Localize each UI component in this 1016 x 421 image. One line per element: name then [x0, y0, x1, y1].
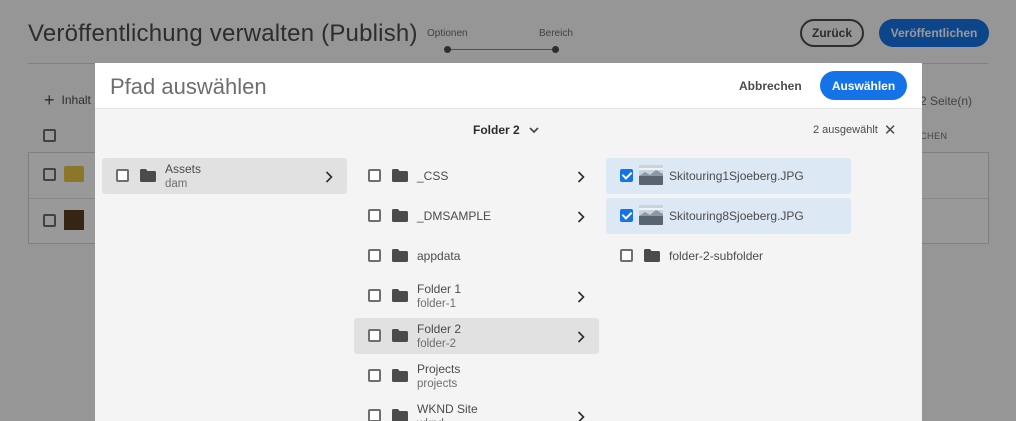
item-title: _DMSAMPLE — [417, 209, 492, 223]
item-checkbox[interactable] — [368, 409, 381, 421]
item-checkbox[interactable] — [368, 289, 381, 302]
dialog-title: Pfad auswählen — [110, 74, 267, 99]
item-text: Assets dam — [165, 162, 201, 192]
dialog-header: Pfad auswählen Abbrechen Auswählen — [95, 63, 922, 109]
item-text: _DMSAMPLE — [417, 209, 491, 223]
column-item[interactable]: appdata — [354, 238, 599, 274]
chevron-right-icon[interactable] — [577, 170, 585, 183]
item-title: _CSS — [417, 169, 449, 183]
item-title: Folder 1 — [417, 282, 462, 296]
item-checkbox[interactable] — [368, 369, 381, 382]
column-folder-2: Skitouring1Sjoeberg.JPG Skitouring8Sjoebe… — [606, 158, 851, 278]
folder-icon — [392, 209, 408, 222]
item-text: Folder 1 folder-1 — [417, 282, 461, 312]
chevron-right-icon[interactable] — [577, 210, 585, 223]
column-root: Assets dam — [102, 158, 347, 198]
path-picker-dialog: Pfad auswählen Abbrechen Auswählen Folde… — [95, 63, 922, 421]
item-checkbox[interactable] — [620, 209, 633, 222]
current-folder-label: Folder 2 — [473, 123, 520, 137]
column-assets: _CSS _DMSAMPLE appdata Folder 1 folder-1 Fold… — [354, 158, 599, 421]
folder-breadcrumb[interactable]: Folder 2 — [473, 123, 540, 137]
select-button[interactable]: Auswählen — [820, 71, 907, 100]
folder-icon — [392, 409, 408, 421]
folder-icon — [392, 169, 408, 182]
item-text: appdata — [417, 249, 460, 263]
column-item[interactable]: Projects projects — [354, 358, 599, 394]
item-text: Folder 2 folder-2 — [417, 322, 461, 352]
item-subtitle: folder-2 — [417, 338, 456, 350]
folder-icon — [392, 249, 408, 262]
selection-count-label: 2 ausgewählt — [813, 124, 878, 136]
column-item[interactable]: Assets dam — [102, 158, 347, 194]
chevron-right-icon[interactable] — [577, 290, 585, 303]
chevron-down-icon — [529, 127, 539, 134]
item-subtitle: wknd — [417, 417, 478, 421]
column-item[interactable]: _CSS — [354, 158, 599, 194]
item-checkbox[interactable] — [620, 249, 633, 262]
column-item[interactable]: folder-2-subfolder — [606, 238, 851, 274]
folder-icon — [392, 289, 408, 302]
item-subtitle: folder-1 — [417, 298, 456, 310]
item-checkbox[interactable] — [368, 169, 381, 182]
item-text: Skitouring8Sjoeberg.JPG — [669, 209, 804, 223]
item-checkbox[interactable] — [368, 209, 381, 222]
item-subtitle: dam — [165, 178, 188, 190]
image-thumbnail — [639, 165, 663, 185]
item-text: _CSS — [417, 169, 448, 183]
column-item[interactable]: Folder 1 folder-1 — [354, 278, 599, 314]
folder-icon — [644, 249, 660, 262]
column-item[interactable]: _DMSAMPLE — [354, 198, 599, 234]
item-title: folder-2-subfolder — [669, 249, 764, 263]
selection-count: 2 ausgewählt ✕ — [813, 123, 897, 138]
column-item[interactable]: Skitouring1Sjoeberg.JPG — [606, 158, 851, 194]
folder-icon — [140, 169, 156, 182]
item-checkbox[interactable] — [368, 329, 381, 342]
chevron-right-icon[interactable] — [577, 410, 585, 421]
item-subtitle: projects — [417, 378, 458, 390]
item-checkbox[interactable] — [620, 169, 633, 182]
item-text: folder-2-subfolder — [669, 249, 763, 263]
cancel-button[interactable]: Abbrechen — [739, 76, 802, 96]
item-checkbox[interactable] — [116, 169, 129, 182]
item-title: Skitouring1Sjoeberg.JPG — [669, 169, 804, 183]
item-title: Projects — [417, 362, 461, 376]
column-item[interactable]: WKND Sitewknd — [354, 398, 599, 421]
item-title: appdata — [417, 249, 461, 263]
item-title: WKND Site — [417, 402, 478, 416]
chevron-right-icon[interactable] — [577, 330, 585, 343]
column-item[interactable]: Skitouring8Sjoeberg.JPG — [606, 198, 851, 234]
folder-icon — [392, 329, 408, 342]
item-title: Folder 2 — [417, 322, 462, 336]
clear-selection-icon[interactable]: ✕ — [884, 123, 897, 138]
item-text: Skitouring1Sjoeberg.JPG — [669, 169, 804, 183]
folder-icon — [392, 369, 408, 382]
item-title: Assets — [165, 162, 202, 176]
item-text: Projects projects — [417, 362, 460, 392]
chevron-right-icon[interactable] — [325, 170, 333, 183]
column-item[interactable]: Folder 2 folder-2 — [354, 318, 599, 354]
item-text: WKND Sitewknd — [417, 402, 478, 421]
image-thumbnail — [639, 205, 663, 225]
item-title: Skitouring8Sjoeberg.JPG — [669, 209, 804, 223]
item-checkbox[interactable] — [368, 249, 381, 262]
